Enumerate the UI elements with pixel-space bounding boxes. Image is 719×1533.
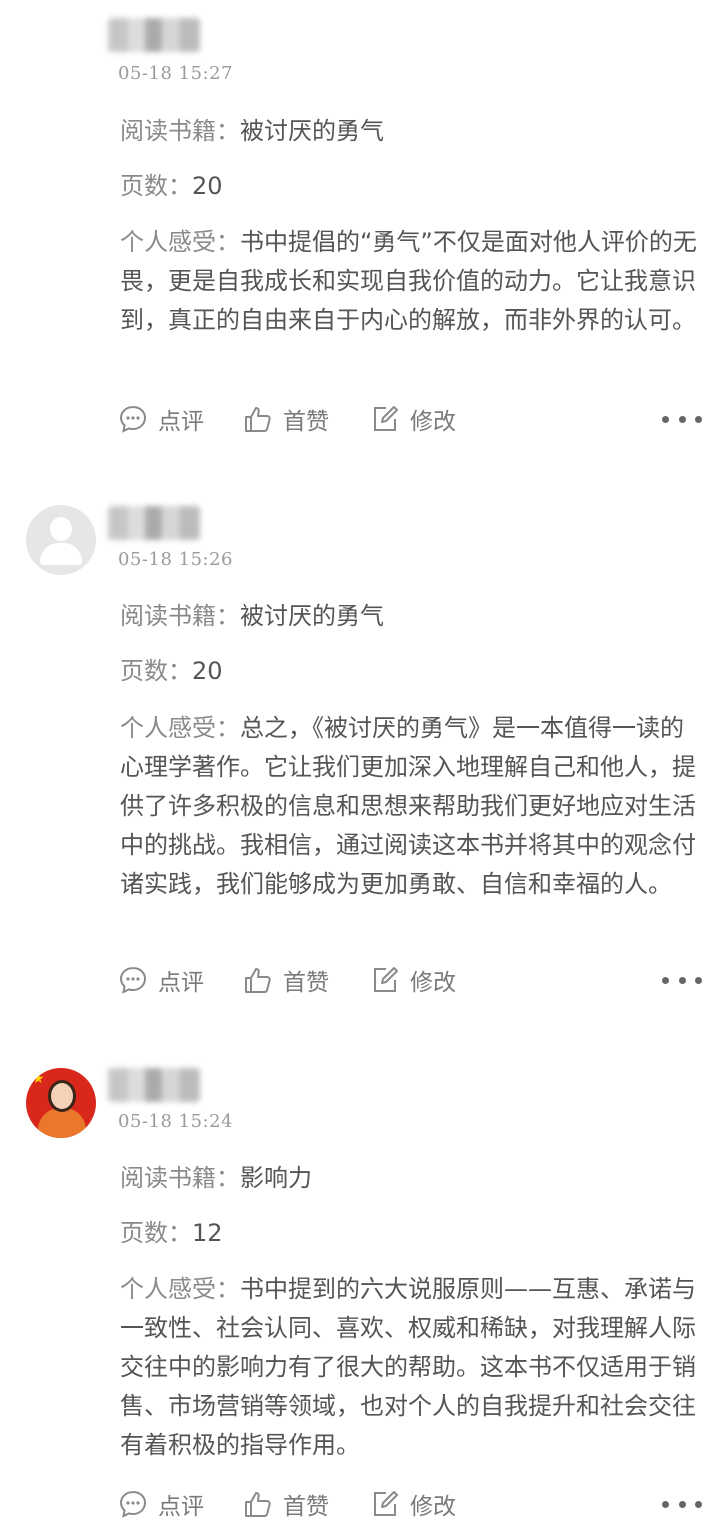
- edit-icon: [374, 967, 398, 992]
- edit-button[interactable]: 修改: [370, 401, 456, 437]
- book-title: 被讨厌的勇气: [240, 117, 384, 145]
- book-field: 阅读书籍：被讨厌的勇气: [120, 601, 384, 631]
- pages-label: 页数：: [120, 1219, 192, 1247]
- book-field: 阅读书籍：影响力: [120, 1163, 312, 1193]
- like-label: 首赞: [283, 409, 329, 435]
- avatar[interactable]: [26, 505, 96, 575]
- book-label: 阅读书籍：: [120, 1164, 240, 1192]
- feel-label: 个人感受：: [120, 228, 240, 256]
- pages-field: 页数：20: [120, 171, 223, 201]
- pages-value: 20: [192, 657, 223, 685]
- action-bar: 点评 首赞 修改: [118, 962, 702, 998]
- thumbs-up-icon: [245, 407, 271, 432]
- thumbs-up-icon: [245, 1492, 271, 1517]
- feel-label: 个人感受：: [120, 714, 240, 742]
- book-title: 被讨厌的勇气: [240, 602, 384, 630]
- comment-button[interactable]: 点评: [118, 962, 204, 998]
- comment-label: 点评: [158, 409, 204, 435]
- more-options-icon[interactable]: [662, 405, 702, 433]
- book-label: 阅读书籍：: [120, 117, 240, 145]
- username-blurred[interactable]: [108, 18, 200, 52]
- comment-label: 点评: [158, 1494, 204, 1520]
- book-title: 影响力: [240, 1164, 312, 1192]
- like-button[interactable]: 首赞: [243, 962, 329, 998]
- pages-field: 页数：20: [120, 656, 223, 686]
- edit-icon: [374, 1491, 398, 1516]
- feel-label: 个人感受：: [120, 1275, 240, 1303]
- comment-icon: [119, 966, 147, 994]
- edit-label: 修改: [410, 1494, 456, 1520]
- edit-button[interactable]: 修改: [370, 962, 456, 998]
- edit-button[interactable]: 修改: [370, 1486, 456, 1522]
- comment-button[interactable]: 点评: [118, 401, 204, 437]
- like-label: 首赞: [283, 1494, 329, 1520]
- username-blurred[interactable]: [108, 506, 200, 540]
- feel-text: 个人感受：书中提倡的“勇气”不仅是面对他人评价的无畏，更是自我成长和实现自我价值…: [120, 223, 700, 340]
- post-time: 05-18 15:24: [118, 1111, 233, 1132]
- pages-label: 页数：: [120, 172, 192, 200]
- more-options-icon[interactable]: [662, 1490, 702, 1518]
- comment-label: 点评: [158, 970, 204, 996]
- comment-icon: [119, 1490, 147, 1518]
- like-button[interactable]: 首赞: [243, 401, 329, 437]
- pages-field: 页数：12: [120, 1218, 223, 1248]
- thumbs-up-icon: [245, 968, 271, 993]
- username-blurred[interactable]: [108, 1068, 200, 1102]
- pages-label: 页数：: [120, 657, 192, 685]
- edit-icon: [374, 406, 398, 431]
- comment-button[interactable]: 点评: [118, 1486, 204, 1522]
- more-options-icon[interactable]: [662, 966, 702, 994]
- edit-label: 修改: [410, 970, 456, 996]
- feel-text: 个人感受：总之，《被讨厌的勇气》是一本值得一读的心理学著作。它让我们更加深入地理…: [120, 709, 700, 904]
- action-bar: 点评 首赞 修改: [118, 401, 702, 437]
- like-button[interactable]: 首赞: [243, 1486, 329, 1522]
- like-label: 首赞: [283, 970, 329, 996]
- feel-text: 个人感受：书中提到的六大说服原则——互惠、承诺与一致性、社会认同、喜欢、权威和稀…: [120, 1270, 700, 1465]
- avatar[interactable]: ★: [26, 1068, 96, 1138]
- pages-value: 20: [192, 172, 223, 200]
- pages-value: 12: [192, 1219, 223, 1247]
- comment-icon: [119, 405, 147, 433]
- star-icon: ★: [32, 1071, 45, 1087]
- post-time: 05-18 15:27: [118, 63, 233, 84]
- action-bar: 点评 首赞 修改: [118, 1486, 702, 1522]
- book-label: 阅读书籍：: [120, 602, 240, 630]
- book-field: 阅读书籍：被讨厌的勇气: [120, 116, 384, 146]
- post-time: 05-18 15:26: [118, 549, 233, 570]
- edit-label: 修改: [410, 409, 456, 435]
